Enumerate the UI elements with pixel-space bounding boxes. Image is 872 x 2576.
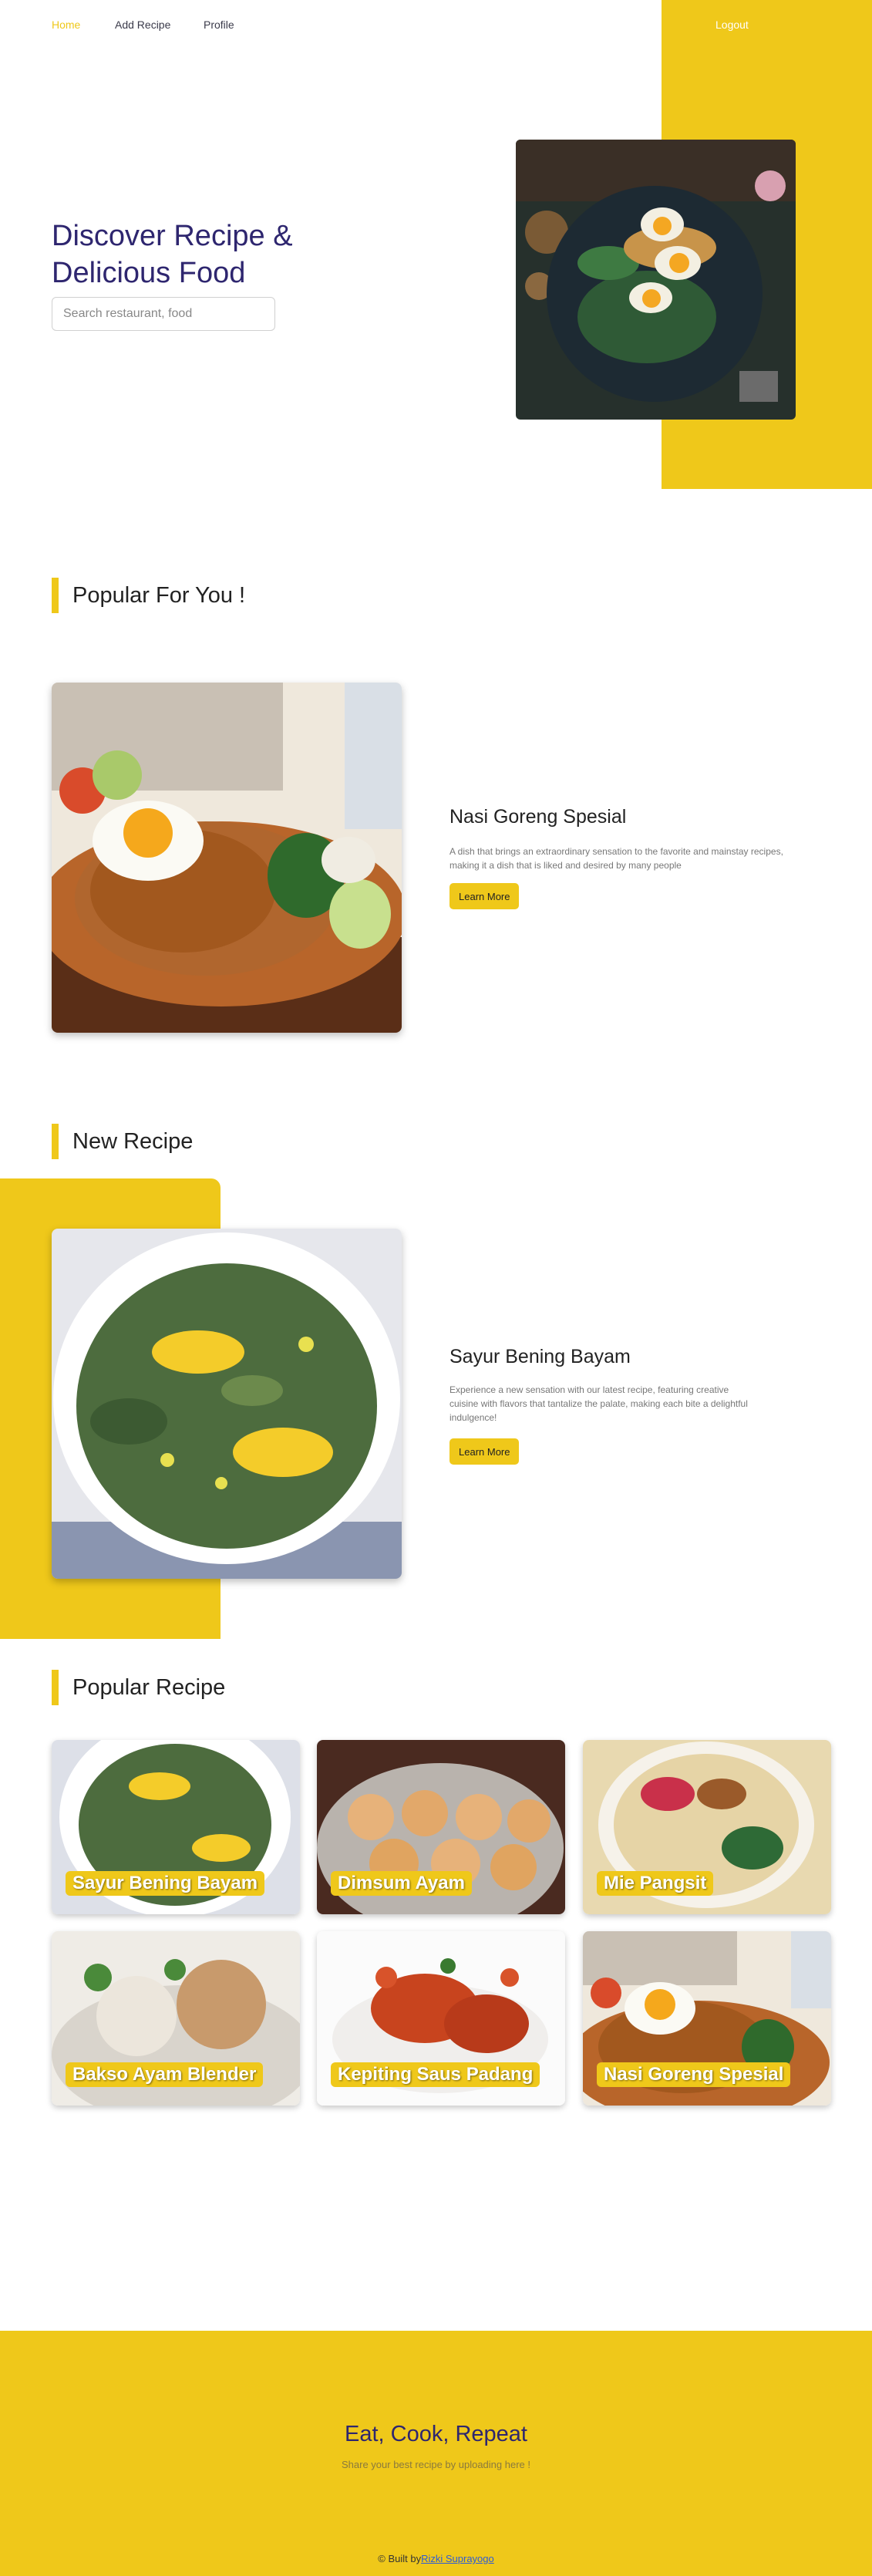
author-link[interactable]: Rizki Suprayogo — [421, 2553, 494, 2564]
recipe-card-label: Nasi Goreng Spesial — [597, 2062, 791, 2087]
section-title: Popular Recipe — [72, 1674, 226, 1700]
footer: Eat, Cook, Repeat Share your best recipe… — [0, 2331, 872, 2576]
hero-title: Discover Recipe & Delicious Food — [52, 220, 293, 289]
heading-accent-bar — [52, 578, 59, 613]
logout-link[interactable]: Logout — [715, 19, 749, 31]
recipe-card[interactable]: Bakso Ayam Blender — [52, 1931, 300, 2106]
nasi-goreng-image — [52, 683, 402, 1033]
popular-recipe-description: A dish that brings an extraordinary sens… — [449, 846, 783, 871]
footer-subtitle: Share your best recipe by uploading here… — [342, 2459, 530, 2470]
nav-add-recipe-link[interactable]: Add Recipe — [115, 19, 170, 31]
credit-prefix: © Built by — [378, 2553, 422, 2564]
recipe-card-label: Bakso Ayam Blender — [66, 2062, 264, 2087]
new-recipe-heading: New Recipe — [52, 1124, 193, 1159]
nav-profile-link[interactable]: Profile — [204, 19, 234, 31]
section-title: New Recipe — [72, 1128, 194, 1154]
new-recipe-description: Experience a new sensation with our late… — [449, 1384, 748, 1423]
footer-title: Eat, Cook, Repeat — [345, 2422, 527, 2446]
new-recipe-learn-more-button[interactable]: Learn More — [449, 1438, 520, 1465]
heading-accent-bar — [52, 1124, 59, 1159]
popular-recipe-heading: Popular Recipe — [52, 1670, 225, 1705]
recipe-card-label: Dimsum Ayam — [331, 1871, 472, 1896]
nav-home-link[interactable]: Home — [52, 19, 80, 31]
section-title: Popular For You ! — [72, 582, 246, 608]
recipe-card[interactable]: Dimsum Ayam — [317, 1740, 565, 1914]
recipe-card[interactable]: Sayur Bening Bayam — [52, 1740, 300, 1914]
recipe-card-label: Sayur Bening Bayam — [66, 1871, 265, 1896]
search-input[interactable] — [52, 297, 275, 331]
popular-recipe-name: Nasi Goreng Spesial — [449, 806, 627, 828]
new-recipe-name: Sayur Bening Bayam — [449, 1346, 631, 1367]
popular-learn-more-button[interactable]: Learn More — [449, 883, 520, 909]
recipe-card[interactable]: Kepiting Saus Padang — [317, 1931, 565, 2106]
recipe-card-label: Mie Pangsit — [597, 1871, 714, 1896]
recipe-card-label: Kepiting Saus Padang — [331, 2062, 540, 2087]
sayur-bening-image — [52, 1229, 402, 1579]
recipe-card[interactable]: Mie Pangsit — [583, 1740, 831, 1914]
heading-accent-bar — [52, 1670, 59, 1705]
recipe-card[interactable]: Nasi Goreng Spesial — [583, 1931, 831, 2106]
popular-for-you-heading: Popular For You ! — [52, 578, 245, 613]
footer-credit: © Built byRizki Suprayogo — [0, 2553, 872, 2564]
hero-food-image — [516, 140, 796, 420]
